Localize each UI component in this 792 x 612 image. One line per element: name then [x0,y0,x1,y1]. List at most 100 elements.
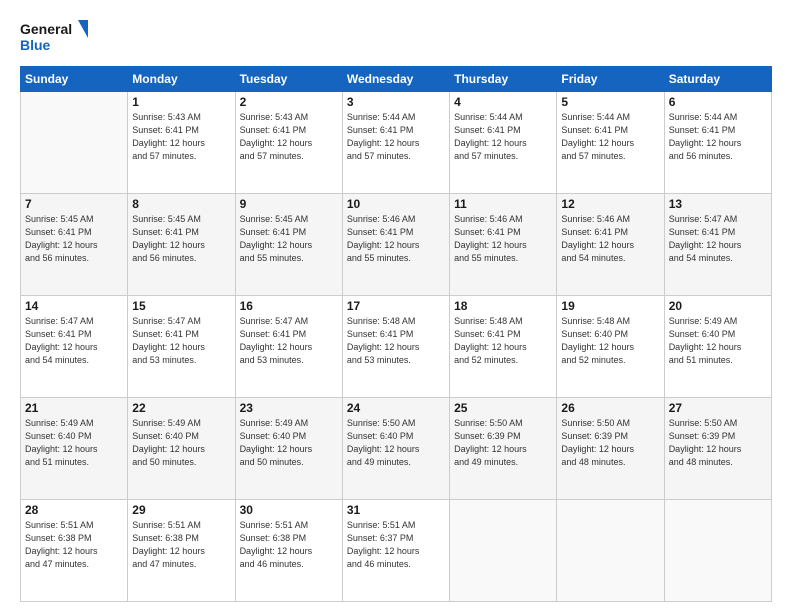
day-detail: Sunrise: 5:46 AMSunset: 6:41 PMDaylight:… [561,213,659,265]
calendar-day-cell: 3 Sunrise: 5:44 AMSunset: 6:41 PMDaylight… [342,92,449,194]
day-number: 9 [240,197,338,211]
calendar-week-row: 7 Sunrise: 5:45 AMSunset: 6:41 PMDaylight… [21,194,772,296]
day-number: 5 [561,95,659,109]
day-detail: Sunrise: 5:45 AMSunset: 6:41 PMDaylight:… [240,213,338,265]
day-number: 20 [669,299,767,313]
calendar-day-cell: 19 Sunrise: 5:48 AMSunset: 6:40 PMDayligh… [557,296,664,398]
calendar-header-row: SundayMondayTuesdayWednesdayThursdayFrid… [21,67,772,92]
calendar-day-cell: 24 Sunrise: 5:50 AMSunset: 6:40 PMDayligh… [342,398,449,500]
logo: General Blue [20,16,90,56]
day-detail: Sunrise: 5:45 AMSunset: 6:41 PMDaylight:… [132,213,230,265]
day-detail: Sunrise: 5:51 AMSunset: 6:38 PMDaylight:… [240,519,338,571]
day-detail: Sunrise: 5:46 AMSunset: 6:41 PMDaylight:… [347,213,445,265]
calendar-day-cell: 15 Sunrise: 5:47 AMSunset: 6:41 PMDayligh… [128,296,235,398]
day-number: 18 [454,299,552,313]
day-number: 21 [25,401,123,415]
calendar-day-cell: 21 Sunrise: 5:49 AMSunset: 6:40 PMDayligh… [21,398,128,500]
calendar-week-row: 21 Sunrise: 5:49 AMSunset: 6:40 PMDayligh… [21,398,772,500]
day-number: 3 [347,95,445,109]
calendar-day-cell: 12Sunrise: 5:46 AMSunset: 6:41 PMDayligh… [557,194,664,296]
day-number: 7 [25,197,123,211]
day-detail: Sunrise: 5:47 AMSunset: 6:41 PMDaylight:… [25,315,123,367]
calendar-day-cell: 22 Sunrise: 5:49 AMSunset: 6:40 PMDayligh… [128,398,235,500]
calendar-day-cell: 26 Sunrise: 5:50 AMSunset: 6:39 PMDayligh… [557,398,664,500]
day-detail: Sunrise: 5:49 AMSunset: 6:40 PMDaylight:… [132,417,230,469]
calendar-day-cell: 4 Sunrise: 5:44 AMSunset: 6:41 PMDaylight… [450,92,557,194]
calendar-day-cell: 5 Sunrise: 5:44 AMSunset: 6:41 PMDaylight… [557,92,664,194]
day-number: 31 [347,503,445,517]
day-number: 17 [347,299,445,313]
calendar-day-cell: 20 Sunrise: 5:49 AMSunset: 6:40 PMDayligh… [664,296,771,398]
day-number: 10 [347,197,445,211]
calendar-day-cell [664,500,771,602]
calendar-day-cell: 8 Sunrise: 5:45 AMSunset: 6:41 PMDaylight… [128,194,235,296]
day-number: 24 [347,401,445,415]
day-detail: Sunrise: 5:49 AMSunset: 6:40 PMDaylight:… [25,417,123,469]
calendar-day-header: Tuesday [235,67,342,92]
day-detail: Sunrise: 5:44 AMSunset: 6:41 PMDaylight:… [669,111,767,163]
calendar-day-cell: 9 Sunrise: 5:45 AMSunset: 6:41 PMDaylight… [235,194,342,296]
calendar-day-header: Sunday [21,67,128,92]
day-number: 23 [240,401,338,415]
calendar-day-cell: 14 Sunrise: 5:47 AMSunset: 6:41 PMDayligh… [21,296,128,398]
calendar-day-header: Wednesday [342,67,449,92]
calendar-day-cell: 7 Sunrise: 5:45 AMSunset: 6:41 PMDaylight… [21,194,128,296]
calendar-day-cell: 1 Sunrise: 5:43 AMSunset: 6:41 PMDaylight… [128,92,235,194]
day-detail: Sunrise: 5:50 AMSunset: 6:40 PMDaylight:… [347,417,445,469]
calendar-day-cell: 11 Sunrise: 5:46 AMSunset: 6:41 PMDayligh… [450,194,557,296]
day-detail: Sunrise: 5:48 AMSunset: 6:40 PMDaylight:… [561,315,659,367]
day-number: 25 [454,401,552,415]
calendar-day-cell: 30Sunrise: 5:51 AMSunset: 6:38 PMDayligh… [235,500,342,602]
day-number: 13 [669,197,767,211]
calendar-table: SundayMondayTuesdayWednesdayThursdayFrid… [20,66,772,602]
day-number: 19 [561,299,659,313]
calendar-day-cell: 27 Sunrise: 5:50 AMSunset: 6:39 PMDayligh… [664,398,771,500]
day-detail: Sunrise: 5:49 AMSunset: 6:40 PMDaylight:… [669,315,767,367]
day-detail: Sunrise: 5:45 AMSunset: 6:41 PMDaylight:… [25,213,123,265]
calendar-day-cell: 29 Sunrise: 5:51 AMSunset: 6:38 PMDayligh… [128,500,235,602]
day-number: 15 [132,299,230,313]
day-number: 1 [132,95,230,109]
day-number: 8 [132,197,230,211]
calendar-day-cell: 31 Sunrise: 5:51 AMSunset: 6:37 PMDayligh… [342,500,449,602]
calendar-day-cell: 2Sunrise: 5:43 AMSunset: 6:41 PMDaylight… [235,92,342,194]
day-detail: Sunrise: 5:51 AMSunset: 6:37 PMDaylight:… [347,519,445,571]
calendar-day-header: Saturday [664,67,771,92]
day-detail: Sunrise: 5:46 AMSunset: 6:41 PMDaylight:… [454,213,552,265]
day-detail: Sunrise: 5:51 AMSunset: 6:38 PMDaylight:… [132,519,230,571]
day-number: 29 [132,503,230,517]
day-detail: Sunrise: 5:49 AMSunset: 6:40 PMDaylight:… [240,417,338,469]
day-number: 22 [132,401,230,415]
day-detail: Sunrise: 5:48 AMSunset: 6:41 PMDaylight:… [454,315,552,367]
calendar-day-cell: 23 Sunrise: 5:49 AMSunset: 6:40 PMDayligh… [235,398,342,500]
calendar-week-row: 28 Sunrise: 5:51 AMSunset: 6:38 PMDayligh… [21,500,772,602]
day-detail: Sunrise: 5:44 AMSunset: 6:41 PMDaylight:… [561,111,659,163]
calendar-week-row: 1 Sunrise: 5:43 AMSunset: 6:41 PMDaylight… [21,92,772,194]
day-detail: Sunrise: 5:44 AMSunset: 6:41 PMDaylight:… [347,111,445,163]
day-detail: Sunrise: 5:50 AMSunset: 6:39 PMDaylight:… [669,417,767,469]
calendar-day-cell [21,92,128,194]
day-detail: Sunrise: 5:43 AMSunset: 6:41 PMDaylight:… [132,111,230,163]
day-detail: Sunrise: 5:50 AMSunset: 6:39 PMDaylight:… [454,417,552,469]
day-number: 26 [561,401,659,415]
day-number: 4 [454,95,552,109]
calendar-day-cell [557,500,664,602]
calendar-day-cell [450,500,557,602]
day-detail: Sunrise: 5:44 AMSunset: 6:41 PMDaylight:… [454,111,552,163]
day-number: 11 [454,197,552,211]
calendar-day-cell: 10 Sunrise: 5:46 AMSunset: 6:41 PMDayligh… [342,194,449,296]
calendar-day-header: Friday [557,67,664,92]
day-detail: Sunrise: 5:50 AMSunset: 6:39 PMDaylight:… [561,417,659,469]
calendar-day-cell: 17Sunrise: 5:48 AMSunset: 6:41 PMDayligh… [342,296,449,398]
day-number: 16 [240,299,338,313]
svg-text:Blue: Blue [20,37,51,53]
day-number: 14 [25,299,123,313]
day-number: 28 [25,503,123,517]
day-detail: Sunrise: 5:51 AMSunset: 6:38 PMDaylight:… [25,519,123,571]
day-number: 27 [669,401,767,415]
day-detail: Sunrise: 5:47 AMSunset: 6:41 PMDaylight:… [669,213,767,265]
day-number: 6 [669,95,767,109]
day-detail: Sunrise: 5:47 AMSunset: 6:41 PMDaylight:… [132,315,230,367]
day-number: 2 [240,95,338,109]
calendar-day-cell: 6 Sunrise: 5:44 AMSunset: 6:41 PMDaylight… [664,92,771,194]
